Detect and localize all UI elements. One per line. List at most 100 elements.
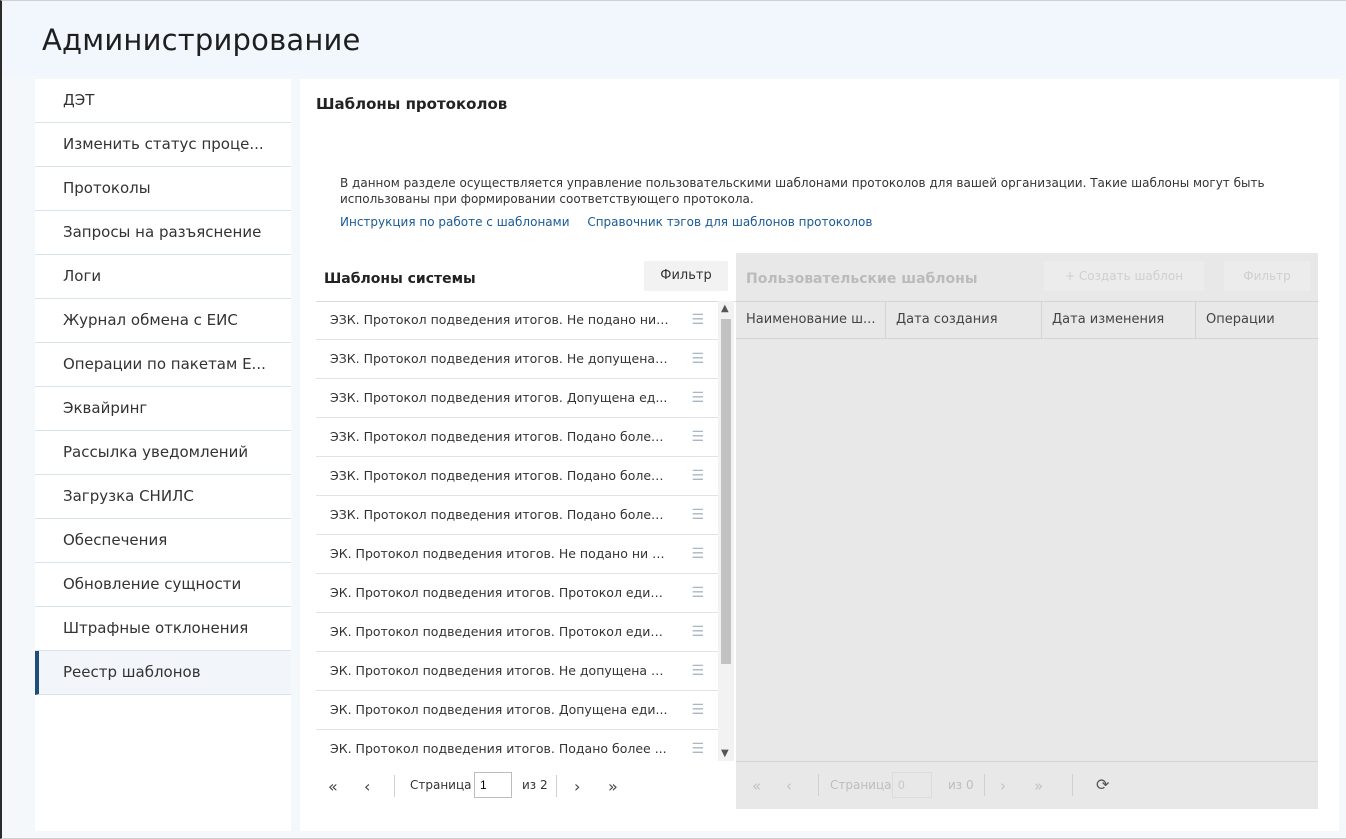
- list-item[interactable]: ЭЗК. Протокол подведения итогов. Не допу…: [316, 340, 718, 379]
- system-filter-button[interactable]: Фильтр: [644, 261, 728, 291]
- tags-reference-link[interactable]: Справочник тэгов для шаблонов протоколов: [587, 215, 872, 229]
- page-label: Страница: [830, 778, 892, 792]
- pager-divider: [394, 775, 395, 797]
- list-icon[interactable]: ☰: [691, 379, 704, 417]
- page-count-label: из 0: [948, 778, 974, 792]
- list-icon[interactable]: ☰: [691, 301, 704, 339]
- sidebar-item-label: Логи: [63, 267, 102, 285]
- sidebar-item-label: Штрафные отклонения: [63, 619, 249, 637]
- list-item[interactable]: ЭК. Протокол подведения итогов. Не допущ…: [316, 652, 718, 691]
- column-created[interactable]: Дата создания: [886, 302, 1042, 338]
- system-templates-panel: Шаблоны системы Фильтр ЭЗК. Протокол под…: [316, 253, 736, 813]
- section-description: В данном разделе осуществляется управлен…: [340, 176, 1265, 206]
- list-icon[interactable]: ☰: [691, 457, 704, 495]
- sidebar-item-label: Изменить статус проце...: [63, 135, 264, 153]
- sidebar: ДЭТ Изменить статус проце... Протоколы Запр…: [35, 79, 291, 831]
- sidebar-item[interactable]: Протоколы: [35, 167, 291, 211]
- sidebar-item[interactable]: Журнал обмена с ЕИС: [35, 299, 291, 343]
- list-item[interactable]: ЭК. Протокол подведения итогов. Протокол…: [316, 613, 718, 652]
- list-item[interactable]: ЭК. Протокол подведения итогов. Протокол…: [316, 574, 718, 613]
- sidebar-item[interactable]: Загрузка СНИЛС: [35, 475, 291, 519]
- sidebar-item-label: Рассылка уведомлений: [63, 443, 249, 461]
- next-page-button[interactable]: ›: [1000, 777, 1006, 795]
- instructions-link[interactable]: Инструкция по работе с шаблонами: [340, 215, 570, 229]
- template-name: ЭЗК. Протокол подведения итогов. Подано …: [330, 507, 670, 522]
- page-number-input[interactable]: [892, 772, 932, 798]
- sidebar-item[interactable]: Штрафные отклонения: [35, 607, 291, 651]
- system-templates-header: Шаблоны системы Фильтр: [316, 253, 736, 302]
- list-icon[interactable]: ☰: [691, 535, 704, 573]
- sidebar-item[interactable]: Логи: [35, 255, 291, 299]
- pager-divider: [556, 775, 557, 797]
- app-window: Администрирование ДЭТ Изменить статус про…: [0, 0, 1346, 839]
- sidebar-item-label: Журнал обмена с ЕИС: [63, 311, 238, 329]
- first-page-button[interactable]: «: [752, 777, 761, 795]
- template-name: ЭЗК. Протокол подведения итогов. Не допу…: [330, 351, 670, 366]
- template-name: ЭК. Протокол подведения итогов. Не допущ…: [330, 663, 670, 678]
- sidebar-item-label: Обновление сущности: [63, 575, 242, 593]
- sidebar-item[interactable]: Реестр шаблонов: [35, 651, 291, 695]
- user-filter-button[interactable]: Фильтр: [1224, 261, 1310, 291]
- sidebar-item-label: Операции по пакетам Е...: [63, 355, 266, 373]
- page-label: Страница: [410, 778, 472, 792]
- app-header: Администрирование: [2, 1, 1346, 76]
- list-item[interactable]: ЭЗК. Протокол подведения итогов. Подано …: [316, 496, 718, 535]
- refresh-icon[interactable]: ⟳: [1096, 775, 1109, 794]
- list-icon[interactable]: ☰: [691, 418, 704, 456]
- template-name: ЭК. Протокол подведения итогов. Протокол…: [330, 624, 670, 639]
- prev-page-button[interactable]: ‹: [364, 777, 370, 796]
- sidebar-item[interactable]: ДЭТ: [35, 79, 291, 123]
- sidebar-item-label: ДЭТ: [63, 91, 95, 109]
- sidebar-item-label: Эквайринг: [63, 399, 148, 417]
- list-item[interactable]: ЭК. Протокол подведения итогов. Допущена…: [316, 691, 718, 730]
- list-icon[interactable]: ☰: [691, 496, 704, 534]
- list-icon[interactable]: ☰: [691, 613, 704, 651]
- first-page-button[interactable]: «: [328, 777, 338, 796]
- scroll-up-icon[interactable]: ▲: [721, 303, 729, 314]
- list-icon[interactable]: ☰: [691, 652, 704, 690]
- list-icon[interactable]: ☰: [691, 574, 704, 612]
- sidebar-item-label: Обеспечения: [63, 531, 168, 549]
- list-scrollbar[interactable]: ▲ ▼: [718, 301, 734, 761]
- page-count-label: из 2: [522, 778, 548, 792]
- list-item[interactable]: ЭК. Протокол подведения итогов. Не подан…: [316, 535, 718, 574]
- list-icon[interactable]: ☰: [691, 730, 704, 761]
- list-item[interactable]: ЭЗК. Протокол подведения итогов. Подано …: [316, 418, 718, 457]
- list-item[interactable]: ЭЗК. Протокол подведения итогов. Не пода…: [316, 301, 718, 340]
- sidebar-item-label: Реестр шаблонов: [63, 663, 201, 681]
- template-name: ЭЗК. Протокол подведения итогов. Не пода…: [330, 312, 670, 327]
- column-modified[interactable]: Дата изменения: [1042, 302, 1196, 338]
- user-templates-title: Пользовательские шаблоны: [746, 271, 978, 287]
- pager-divider: [1072, 774, 1073, 796]
- column-name[interactable]: Наименование ш...: [736, 302, 886, 338]
- sidebar-item[interactable]: Запросы на разъяснение: [35, 211, 291, 255]
- help-links: Инструкция по работе с шаблонами Справоч…: [340, 215, 886, 229]
- sidebar-item[interactable]: Обновление сущности: [35, 563, 291, 607]
- user-templates-panel: Пользовательские шаблоны + Создать шабло…: [736, 253, 1318, 809]
- sidebar-item[interactable]: Изменить статус проце...: [35, 123, 291, 167]
- sidebar-item[interactable]: Рассылка уведомлений: [35, 431, 291, 475]
- list-item[interactable]: ЭК. Протокол подведения итогов. Подано б…: [316, 730, 718, 761]
- list-item[interactable]: ЭЗК. Протокол подведения итогов. Подано …: [316, 457, 718, 496]
- template-name: ЭК. Протокол подведения итогов. Подано б…: [330, 741, 667, 756]
- create-template-button[interactable]: + Создать шаблон: [1044, 261, 1204, 291]
- sidebar-item[interactable]: Эквайринг: [35, 387, 291, 431]
- template-name: ЭК. Протокол подведения итогов. Не подан…: [330, 546, 670, 561]
- list-icon[interactable]: ☰: [691, 691, 704, 729]
- template-name: ЭЗК. Протокол подведения итогов. Подано …: [330, 429, 670, 444]
- last-page-button[interactable]: »: [1034, 777, 1043, 795]
- scroll-down-icon[interactable]: ▼: [721, 748, 729, 759]
- page-number-input[interactable]: [474, 772, 512, 798]
- list-item[interactable]: ЭЗК. Протокол подведения итогов. Допущен…: [316, 379, 718, 418]
- column-operations: Операции: [1206, 312, 1275, 327]
- list-icon[interactable]: ☰: [691, 340, 704, 378]
- pager-divider: [984, 774, 985, 796]
- pager-divider: [818, 774, 819, 796]
- template-name: ЭЗК. Протокол подведения итогов. Допущен…: [330, 390, 668, 405]
- sidebar-item[interactable]: Обеспечения: [35, 519, 291, 563]
- next-page-button[interactable]: ›: [574, 777, 580, 796]
- scroll-thumb[interactable]: [721, 319, 731, 664]
- prev-page-button[interactable]: ‹: [786, 777, 792, 795]
- last-page-button[interactable]: »: [608, 777, 618, 796]
- sidebar-item[interactable]: Операции по пакетам Е...: [35, 343, 291, 387]
